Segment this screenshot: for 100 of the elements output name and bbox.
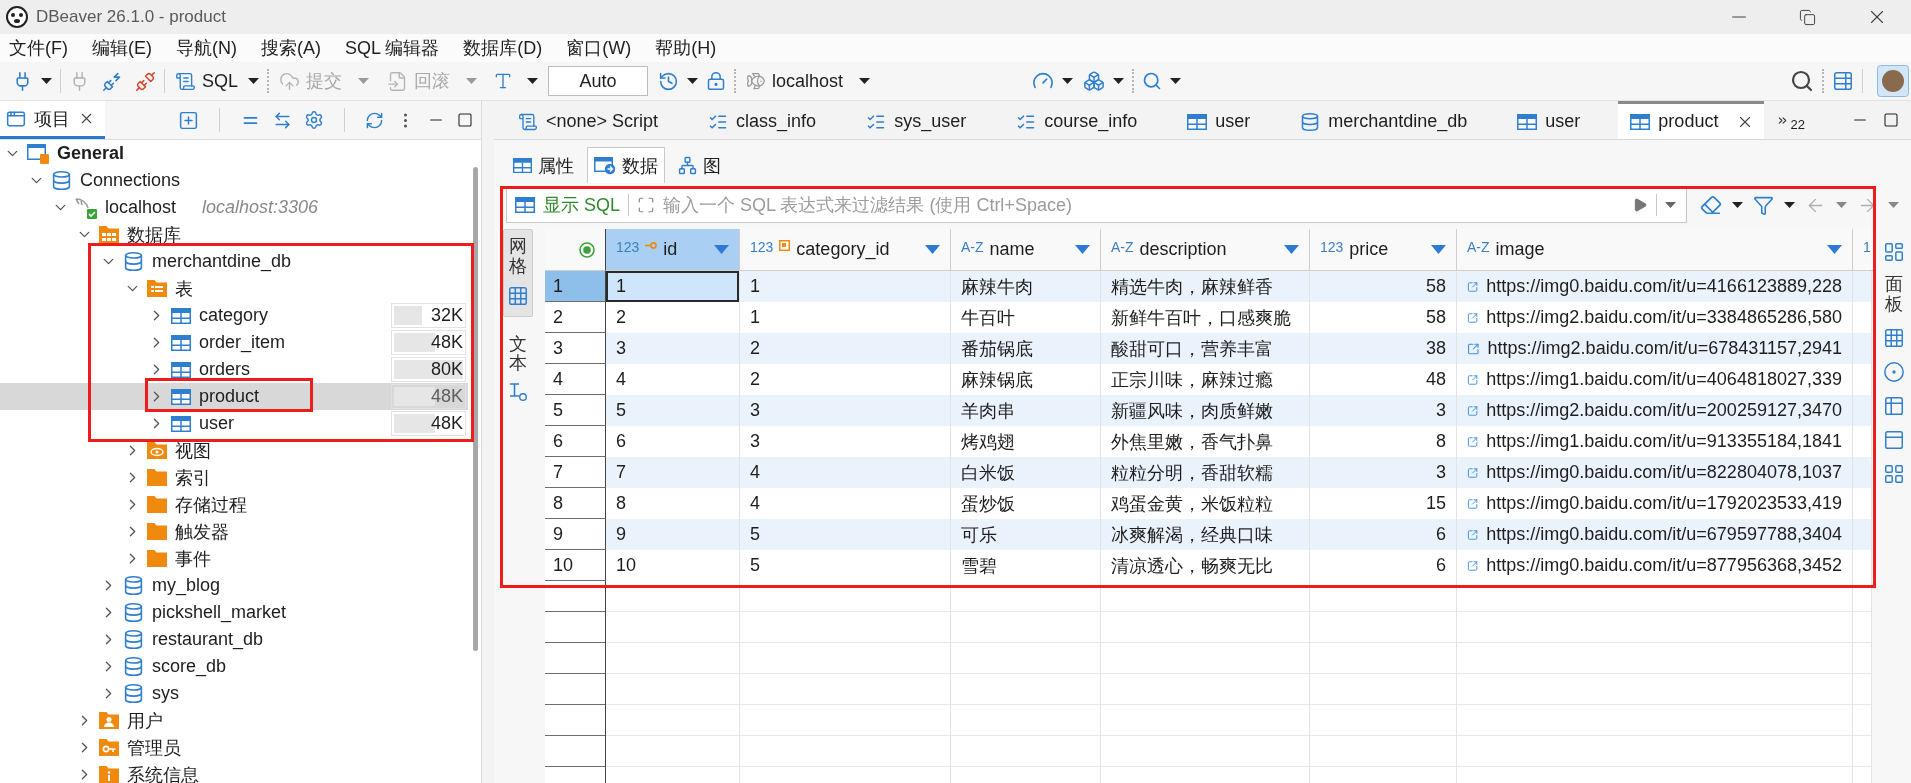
- view-mode-tab[interactable]: 文本: [503, 326, 533, 413]
- table-row[interactable]: 9 9 5 可乐 冰爽解渴，经典口味 6 https://img0.baidu.com/it/u=679597788,3404: [545, 519, 1872, 550]
- more-tabs-button[interactable]: 22: [1776, 101, 1805, 139]
- table-row[interactable]: 1 1 1 麻辣牛肉 精选牛肉，麻辣鲜香 58 https://img0.baidu.com/it/u=4166123889,228: [545, 271, 1872, 302]
- restore-icon[interactable]: [1799, 8, 1816, 26]
- filter-icon[interactable]: [1753, 194, 1774, 216]
- maximize-icon[interactable]: [1883, 112, 1899, 128]
- grid-apps-icon[interactable]: [1883, 462, 1905, 485]
- editor-tab[interactable]: course_info: [1004, 101, 1176, 139]
- tree-item[interactable]: 存储过程: [0, 491, 468, 518]
- menu-item[interactable]: 窗口(W): [566, 36, 632, 60]
- tree-item[interactable]: restaurant_db: [0, 626, 468, 653]
- unplug-icon[interactable]: [135, 70, 156, 92]
- editor-tab[interactable]: merchantdine_db: [1288, 101, 1506, 139]
- tree-item[interactable]: 触发器: [0, 518, 468, 545]
- column-header[interactable]: 123 price: [1310, 229, 1457, 271]
- tree-item[interactable]: user 48K: [0, 410, 468, 437]
- caret-icon[interactable]: [1784, 202, 1795, 208]
- table-row[interactable]: 2 2 1 牛百叶 新鲜牛百叶，口感爽脆 58 https://img2.baidu.com/it/u=3384865286,580: [545, 302, 1872, 333]
- table-row[interactable]: 6 6 3 烤鸡翅 外焦里嫩，香气扑鼻 8 https://img1.baidu.com/it/u=913355184,1841: [545, 426, 1872, 457]
- play-icon[interactable]: [1632, 197, 1648, 213]
- settings-icon[interactable]: [304, 110, 324, 130]
- scrollbar-thumb[interactable]: [472, 167, 478, 651]
- caret-icon[interactable]: [687, 78, 699, 84]
- table-row[interactable]: 8 8 4 蛋炒饭 鸡蛋金黄，米饭粒粒 15 https://img0.baidu.com/it/u=1792023533,419: [545, 488, 1872, 519]
- table-row[interactable]: 7 7 4 白米饭 粒粒分明，香甜软糯 3 https://img0.baidu.com/it/u=822804078,1037: [545, 457, 1872, 488]
- sort-caret-icon[interactable]: [1075, 245, 1090, 254]
- sort-caret-icon[interactable]: [925, 245, 940, 254]
- editor-tab[interactable]: <none> Script: [506, 101, 697, 139]
- menu-item[interactable]: 编辑(E): [92, 36, 152, 60]
- table-row[interactable]: 3 3 2 番茄锅底 酸甜可口，营养丰富 38 https://img2.baidu.com/it/u=678431157,2941: [545, 333, 1872, 364]
- tree-item[interactable]: 索引: [0, 464, 468, 491]
- column-header[interactable]: A-Z name: [951, 229, 1101, 271]
- expand-icon[interactable]: [637, 196, 656, 214]
- column-header[interactable]: A-Z description: [1101, 229, 1310, 271]
- transaction-mode-field[interactable]: Auto: [548, 66, 649, 96]
- tree-item[interactable]: merchantdine_db: [0, 248, 468, 275]
- view-tab[interactable]: 数据: [587, 147, 665, 183]
- sort-caret-icon[interactable]: [714, 245, 729, 254]
- tree-item[interactable]: pickshell_market: [0, 599, 468, 626]
- sql-editor-button[interactable]: SQL: [173, 70, 241, 92]
- square-plus-icon[interactable]: [178, 109, 199, 131]
- project-tab[interactable]: 项目: [0, 101, 105, 139]
- caret-icon[interactable]: [1732, 202, 1743, 208]
- tree-item[interactable]: General: [0, 140, 468, 167]
- dashboard-icon[interactable]: [1883, 241, 1905, 263]
- window-icon[interactable]: [1883, 428, 1905, 451]
- tree-item[interactable]: score_db: [0, 653, 468, 680]
- search-icon[interactable]: [1790, 69, 1814, 93]
- menu-item[interactable]: 导航(N): [176, 36, 237, 60]
- caret-icon[interactable]: [527, 78, 539, 84]
- filter-field[interactable]: 显示 SQL 输入一个 SQL 表达式来过滤结果 (使用 Ctrl+Space): [506, 187, 1687, 223]
- tree-item[interactable]: 数据库: [0, 221, 468, 248]
- editor-tab[interactable]: user: [1505, 101, 1619, 139]
- caret-icon[interactable]: [248, 78, 260, 84]
- view-tab[interactable]: 属性: [506, 147, 581, 183]
- radio-dot-icon[interactable]: [579, 241, 595, 258]
- panels-tab[interactable]: 面板: [1885, 275, 1903, 315]
- tree-item[interactable]: product 48K: [0, 383, 468, 410]
- sort-caret-icon[interactable]: [1284, 245, 1299, 254]
- column-header[interactable]: 123 id: [606, 229, 740, 271]
- caret-icon[interactable]: [1113, 78, 1125, 84]
- view-mode-tab[interactable]: 网格: [503, 229, 533, 317]
- column-header[interactable]: 123 category_id: [740, 229, 951, 271]
- table-row[interactable]: 5 5 3 羊肉串 新疆风味，肉质鲜嫩 3 https://img2.baidu.com/it/u=200259127,3470: [545, 395, 1872, 426]
- sort-caret-icon[interactable]: [1431, 245, 1446, 254]
- caret-icon[interactable]: [1170, 78, 1182, 84]
- arrows-icon[interactable]: [273, 110, 292, 130]
- menu-item[interactable]: 文件(F): [9, 36, 68, 60]
- tree-item[interactable]: 管理员: [0, 734, 468, 761]
- column-header[interactable]: A-Z image: [1457, 229, 1853, 271]
- caret-icon[interactable]: [41, 78, 52, 84]
- grid-icon[interactable]: [1883, 326, 1905, 349]
- tree-item[interactable]: orders 80K: [0, 356, 468, 383]
- sort-caret-icon[interactable]: [1827, 245, 1842, 254]
- lock-icon[interactable]: [706, 71, 727, 91]
- caret-icon[interactable]: [1062, 78, 1074, 84]
- boxes-icon[interactable]: [1083, 70, 1106, 92]
- table-row[interactable]: 10 10 5 雪碧 清凉透心，畅爽无比 6 https://img0.baidu.com/it/u=877956368,3452: [545, 550, 1872, 581]
- tree-item[interactable]: sys: [0, 680, 468, 707]
- tree-item[interactable]: 事件: [0, 545, 468, 572]
- table-row[interactable]: 4 4 2 麻辣锅底 正宗川味，麻辣过瘾 48 https://img1.baidu.com/it/u=4064818027,339: [545, 364, 1872, 395]
- tree-item[interactable]: localhost localhost:3306: [0, 194, 468, 221]
- tree-item[interactable]: 系统信息: [0, 761, 468, 783]
- maximize-icon[interactable]: [457, 112, 473, 128]
- tree-item[interactable]: my_blog: [0, 572, 468, 599]
- tree-item[interactable]: 视图: [0, 437, 468, 464]
- refresh-icon[interactable]: [365, 110, 384, 130]
- view-tab[interactable]: 图: [671, 147, 728, 183]
- tree-item[interactable]: order_item 48K: [0, 329, 468, 356]
- caret-icon[interactable]: [859, 78, 871, 84]
- show-sql-button[interactable]: 显示 SQL: [543, 193, 621, 217]
- plug-zap-icon[interactable]: [102, 70, 123, 92]
- menu-item[interactable]: 帮助(H): [655, 36, 717, 60]
- filter-input[interactable]: 输入一个 SQL 表达式来过滤结果 (使用 Ctrl+Space): [663, 194, 1624, 216]
- menu-item[interactable]: 数据库(D): [463, 36, 543, 60]
- column-header[interactable]: 1: [1853, 229, 1874, 271]
- menu-item[interactable]: 搜索(A): [261, 36, 321, 60]
- table-properties-icon[interactable]: [1832, 70, 1854, 92]
- editor-tab[interactable]: user: [1175, 101, 1289, 139]
